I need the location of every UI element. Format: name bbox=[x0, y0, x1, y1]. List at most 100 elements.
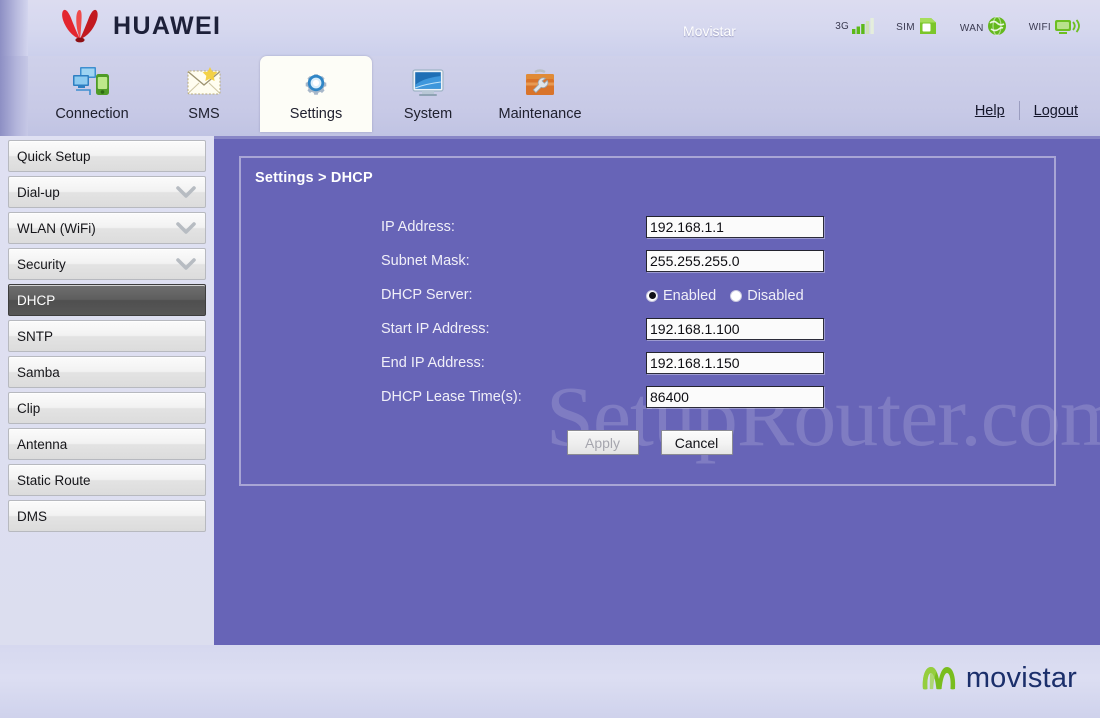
sidebar-item-label: Clip bbox=[17, 400, 41, 416]
dhcp-form: IP Address: Subnet Mask: DHCP Server: bbox=[241, 210, 1058, 414]
gear-icon bbox=[296, 63, 336, 103]
tab-sms-label: SMS bbox=[188, 106, 220, 122]
sidebar-item-dial-up[interactable]: Dial-up bbox=[8, 176, 206, 208]
chevron-down-icon bbox=[176, 222, 196, 234]
sidebar-item-label: DHCP bbox=[17, 292, 56, 308]
status-3g: 3G bbox=[835, 18, 874, 34]
movistar-wordmark: movistar bbox=[965, 661, 1077, 694]
envelope-icon bbox=[184, 63, 224, 103]
movistar-m-icon bbox=[922, 667, 956, 690]
sidebar-item-wlan[interactable]: WLAN (WiFi) bbox=[8, 212, 206, 244]
main-content-area: SetupRouter.com Settings > DHCP IP Addre… bbox=[214, 136, 1100, 645]
form-row-start-ip: Start IP Address: bbox=[241, 312, 1058, 346]
dhcp-server-enabled-option[interactable]: Enabled bbox=[646, 288, 716, 304]
sidebar-item-label: Static Route bbox=[17, 472, 91, 488]
sidebar-item-antenna[interactable]: Antenna bbox=[8, 428, 206, 460]
status-sim-label: SIM bbox=[896, 22, 915, 33]
huawei-logo: HUAWEI bbox=[60, 9, 221, 43]
form-row-end-ip: End IP Address: bbox=[241, 346, 1058, 380]
tab-sms[interactable]: SMS bbox=[148, 56, 260, 132]
cancel-button[interactable]: Cancel bbox=[660, 430, 733, 455]
dhcp-server-radio-group: Enabled Disabled bbox=[646, 287, 804, 304]
huawei-petal-icon bbox=[62, 9, 98, 43]
tab-system-label: System bbox=[403, 106, 453, 122]
lease-time-input[interactable] bbox=[646, 386, 824, 408]
sidebar-item-sntp[interactable]: SNTP bbox=[8, 320, 206, 352]
form-row-dhcp-server: DHCP Server: Enabled Disabled bbox=[241, 278, 1058, 312]
end-ip-input[interactable] bbox=[646, 352, 824, 374]
status-wifi-label: WIFI bbox=[1028, 22, 1051, 33]
form-row-lease-time: DHCP Lease Time(s): bbox=[241, 380, 1058, 414]
tab-system[interactable]: System bbox=[372, 56, 484, 132]
footer-bar: movistar bbox=[0, 645, 1100, 718]
start-ip-label: Start IP Address: bbox=[381, 321, 490, 337]
chevron-down-icon bbox=[176, 258, 196, 270]
brand-bar: HUAWEI Movistar 3G SIM WAN WIFI bbox=[0, 0, 1100, 56]
sidebar-item-security[interactable]: Security bbox=[8, 248, 206, 280]
status-sim: SIM bbox=[896, 17, 938, 35]
form-row-ip-address: IP Address: bbox=[241, 210, 1058, 244]
sidebar-item-label: Security bbox=[17, 256, 66, 272]
monitor-icon bbox=[408, 63, 448, 103]
subnet-mask-label: Subnet Mask: bbox=[381, 253, 470, 269]
sidebar-item-samba[interactable]: Samba bbox=[8, 356, 206, 388]
radio-disabled-icon[interactable] bbox=[730, 289, 743, 302]
status-icon-group: 3G SIM WAN WIFI bbox=[835, 16, 1082, 36]
status-wifi: WIFI bbox=[1029, 17, 1082, 35]
sidebar-menu: Quick Setup Dial-up WLAN (WiFi) Security… bbox=[0, 136, 214, 645]
tab-settings[interactable]: Settings bbox=[260, 56, 372, 132]
breadcrumb: Settings > DHCP bbox=[255, 170, 373, 186]
dhcp-server-label: DHCP Server: bbox=[381, 287, 473, 303]
tab-maintenance-label: Maintenance bbox=[498, 106, 582, 122]
wifi-icon bbox=[1055, 19, 1080, 34]
sidebar-item-label: Antenna bbox=[17, 436, 68, 452]
sidebar-item-label: SNTP bbox=[17, 328, 54, 344]
form-row-subnet-mask: Subnet Mask: bbox=[241, 244, 1058, 278]
tab-connection-label: Connection bbox=[55, 106, 129, 122]
sidebar-item-label: Dial-up bbox=[17, 184, 60, 200]
help-logout-group: Help Logout bbox=[975, 101, 1078, 120]
sim-card-icon bbox=[919, 18, 936, 34]
tab-settings-label: Settings bbox=[289, 106, 343, 122]
sidebar-item-label: Samba bbox=[17, 364, 60, 380]
status-3g-label: 3G bbox=[835, 21, 850, 32]
tab-list: Connection SMS Settings System Maintenan… bbox=[36, 56, 596, 132]
tab-maintenance[interactable]: Maintenance bbox=[484, 56, 596, 132]
status-wan: WAN bbox=[960, 16, 1007, 36]
connection-icon bbox=[72, 63, 112, 103]
help-link[interactable]: Help bbox=[975, 103, 1005, 119]
logout-link[interactable]: Logout bbox=[1034, 103, 1078, 119]
apply-button[interactable]: Apply bbox=[566, 430, 639, 455]
toolbox-icon bbox=[520, 63, 560, 103]
huawei-wordmark: HUAWEI bbox=[113, 11, 222, 40]
signal-bars-icon bbox=[852, 18, 874, 34]
lease-time-label: DHCP Lease Time(s): bbox=[381, 389, 522, 405]
form-button-row: Apply Cancel bbox=[241, 430, 1058, 455]
end-ip-label: End IP Address: bbox=[381, 355, 485, 371]
radio-disabled-label: Disabled bbox=[747, 287, 804, 304]
tab-connection[interactable]: Connection bbox=[36, 56, 148, 132]
radio-enabled-icon[interactable] bbox=[646, 289, 658, 302]
sidebar-item-static-route[interactable]: Static Route bbox=[8, 464, 206, 496]
sidebar-item-label: WLAN (WiFi) bbox=[17, 220, 96, 236]
carrier-name: Movistar bbox=[683, 23, 736, 39]
ip-address-input[interactable] bbox=[646, 216, 824, 238]
help-logout-divider bbox=[1018, 101, 1020, 120]
nav-left-edge bbox=[0, 56, 28, 136]
sidebar-item-clip[interactable]: Clip bbox=[8, 392, 206, 424]
sidebar-item-quick-setup[interactable]: Quick Setup bbox=[8, 140, 206, 172]
dhcp-server-disabled-option[interactable]: Disabled bbox=[730, 287, 804, 304]
sidebar-item-dhcp[interactable]: DHCP bbox=[8, 284, 206, 316]
sidebar-item-dms[interactable]: DMS bbox=[8, 500, 206, 532]
start-ip-input[interactable] bbox=[646, 318, 824, 340]
main-top-highlight bbox=[214, 136, 1100, 139]
movistar-logo: movistar bbox=[919, 660, 1077, 696]
radio-enabled-label: Enabled bbox=[663, 287, 717, 304]
subnet-mask-input[interactable] bbox=[646, 250, 824, 272]
sidebar-item-label: Quick Setup bbox=[17, 148, 91, 164]
tab-navigation-bar: Connection SMS Settings System Maintenan… bbox=[0, 56, 1100, 136]
dhcp-settings-panel: Settings > DHCP IP Address: Subnet Mask:… bbox=[239, 156, 1056, 486]
chevron-down-icon bbox=[176, 186, 196, 198]
status-wan-label: WAN bbox=[959, 23, 984, 34]
brand-bar-left-edge bbox=[0, 0, 28, 56]
